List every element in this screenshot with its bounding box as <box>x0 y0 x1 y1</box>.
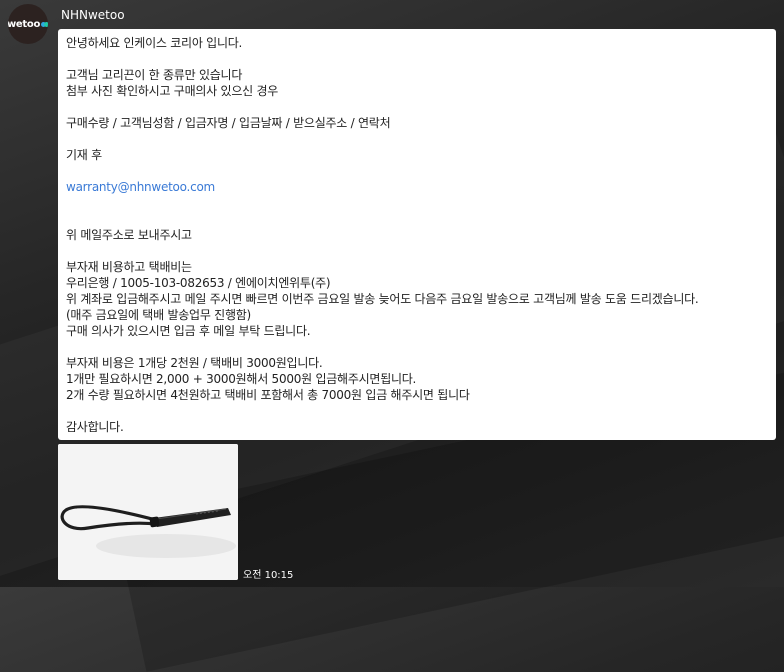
message-line: 구매수량 / 고객님성함 / 입금자명 / 입금날짜 / 받으실주소 / 연락처 <box>66 116 391 130</box>
avatar-logo-text: wetoo <box>8 18 41 30</box>
attached-photo[interactable] <box>58 444 238 580</box>
message-line: 감사합니다. <box>66 420 124 434</box>
logo-dots-icon <box>41 21 48 27</box>
strap-photo-icon <box>58 444 238 580</box>
sender-name: NHNwetoo <box>61 8 125 22</box>
message-line: 부자재 비용하고 택배비는 <box>66 260 192 274</box>
message-line: 첨부 사진 확인하시고 구매의사 있으신 경우 <box>66 84 279 98</box>
message-line: 2개 수량 필요하시면 4천원하고 택배비 포함해서 총 7000원 입금 해주… <box>66 388 470 402</box>
message-line: 기재 후 <box>66 148 102 162</box>
message-line: 구매 의사가 있으시면 입금 후 메일 부탁 드립니다. <box>66 324 311 338</box>
message-bubble[interactable]: 안녕하세요 인케이스 코리아 입니다. 고객님 고리끈이 한 종류만 있습니다 … <box>58 29 776 440</box>
message-line: 1개만 필요하시면 2,000 + 3000원해서 5000원 입금해주시면됩니… <box>66 372 417 386</box>
message-line: 안녕하세요 인케이스 코리아 입니다. <box>66 36 243 50</box>
avatar[interactable]: wetoo <box>8 4 48 44</box>
timestamp: 오전 10:15 <box>243 570 294 581</box>
message-line: (매주 금요일에 택배 발송업무 진행함) <box>66 308 251 322</box>
message-line: 우리은행 / 1005-103-082653 / 엔에이치엔위투(주) <box>66 276 331 290</box>
email-link[interactable]: warranty@nhnwetoo.com <box>66 179 768 195</box>
message-line: 부자재 비용은 1개당 2천원 / 택배비 3000원입니다. <box>66 356 323 370</box>
message-line: 고객님 고리끈이 한 종류만 있습니다 <box>66 68 243 82</box>
wetoo-logo-icon: wetoo <box>8 19 48 30</box>
message-line: 위 계좌로 입금해주시고 메일 주시면 빠르면 이번주 금요일 발송 늦어도 다… <box>66 292 699 306</box>
message-line: 위 메일주소로 보내주시고 <box>66 228 192 242</box>
